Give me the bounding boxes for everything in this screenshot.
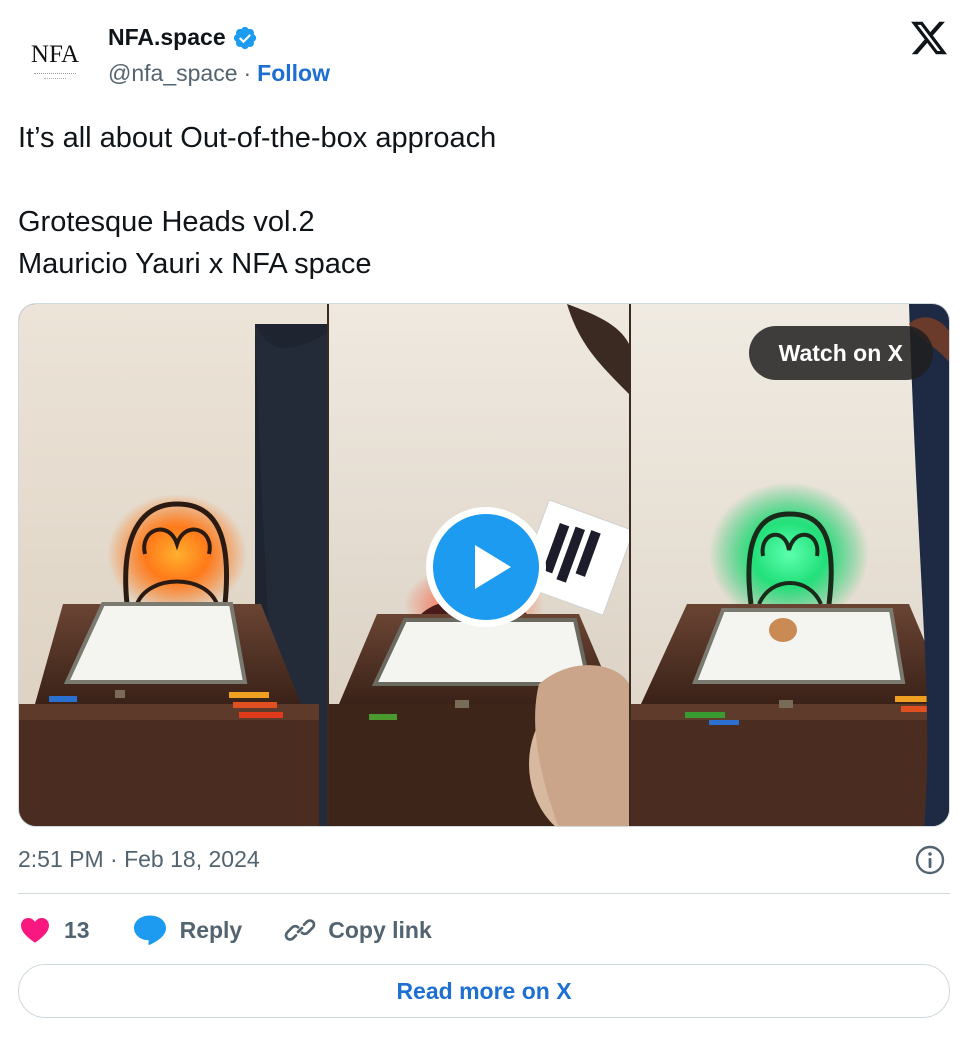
reply-button[interactable]: Reply	[132, 914, 243, 946]
separator-dot: ·	[243, 60, 252, 86]
author-name-row: NFA.space	[108, 24, 258, 51]
play-button-core	[433, 514, 539, 620]
play-icon[interactable]	[426, 507, 546, 627]
follow-button[interactable]: Follow	[257, 60, 330, 87]
divider	[18, 893, 950, 894]
read-more-button[interactable]: Read more on X	[18, 964, 950, 1018]
like-button[interactable]: 13	[18, 914, 90, 946]
avatar[interactable]: NFA	[18, 24, 92, 98]
avatar-decoration	[34, 73, 76, 76]
tweet-timestamp[interactable]: 2:51 PM · Feb 18, 2024	[18, 846, 260, 873]
author-name[interactable]: NFA.space	[108, 24, 226, 51]
heart-icon	[21, 918, 49, 943]
watch-on-x-button[interactable]: Watch on X	[748, 326, 933, 380]
verified-badge-icon	[232, 25, 258, 51]
avatar-decoration-small	[44, 78, 66, 80]
info-icon[interactable]	[914, 844, 946, 876]
like-count: 13	[64, 916, 90, 943]
action-bar: 13 Reply Copy link	[18, 908, 474, 952]
link-icon	[284, 919, 316, 941]
video-thumbnail[interactable]: Watch on X	[18, 303, 950, 827]
author-handle-row: @nfa_space · Follow	[108, 60, 330, 87]
reply-bubble-icon	[133, 915, 166, 946]
copy-link-label: Copy link	[328, 916, 432, 943]
copy-link-button[interactable]: Copy link	[284, 914, 432, 946]
embedded-tweet: NFA NFA.space @nfa_space · Follow It’s a…	[0, 0, 972, 1040]
x-logo-icon[interactable]	[908, 18, 950, 58]
reply-label: Reply	[179, 916, 243, 943]
avatar-monogram: NFA	[30, 41, 80, 68]
tweet-text: It’s all about Out-of-the-box approach G…	[18, 122, 497, 280]
author-handle[interactable]: @nfa_space	[108, 60, 238, 87]
